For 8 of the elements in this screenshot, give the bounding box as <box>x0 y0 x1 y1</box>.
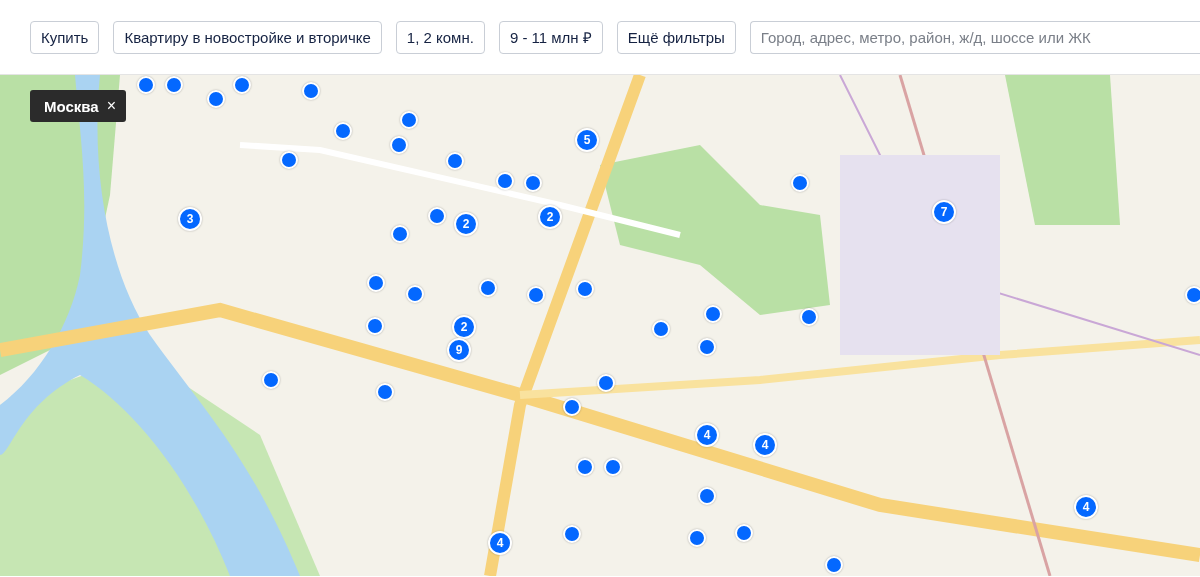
search-field[interactable]: Город, адрес, метро, район, ж/д, шоссе или ЖК <box>749 20 1200 54</box>
filter-button[interactable]: Квартиру в новостройке и вторичке <box>113 20 382 54</box>
filter-button[interactable]: 1, 2 комн. <box>395 20 485 54</box>
filter-button[interactable]: Купить <box>30 20 100 54</box>
location-label: Москва <box>44 97 99 115</box>
filter-button[interactable]: 9 - 11 млн ₽ <box>498 20 603 54</box>
close-button[interactable]: × <box>106 97 117 115</box>
filter-button[interactable]: Ещё фильтры <box>616 20 736 54</box>
